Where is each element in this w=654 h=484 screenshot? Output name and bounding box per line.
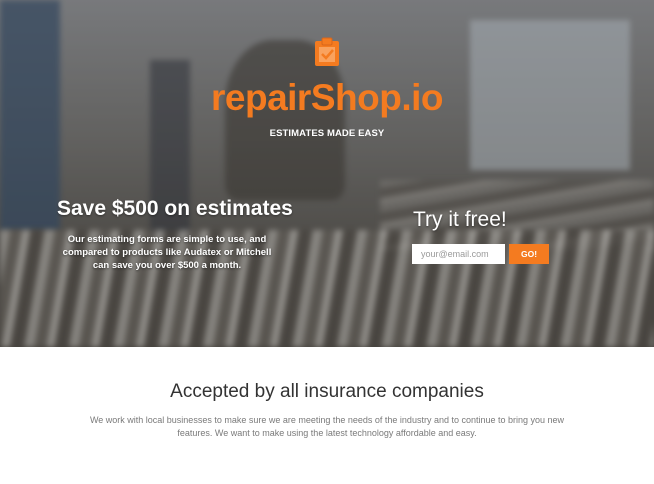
clipboard-icon <box>315 37 339 66</box>
save-heading: Save $500 on estimates <box>57 197 293 220</box>
email-field[interactable] <box>412 244 505 264</box>
save-description: Our estimating forms are simple to use, … <box>62 234 272 271</box>
go-button[interactable]: GO! <box>509 244 549 264</box>
insurance-section: Accepted by all insurance companies We w… <box>0 347 654 484</box>
brand-logo-text[interactable]: repairShop.io <box>0 77 654 119</box>
insurance-description: We work with local businesses to make su… <box>89 415 565 438</box>
hero-section: repairShop.io ESTIMATES MADE EASY Save $… <box>0 0 654 347</box>
signup-heading: Try it free! <box>413 208 507 231</box>
brand-tagline: ESTIMATES MADE EASY <box>269 128 385 139</box>
insurance-heading: Accepted by all insurance companies <box>170 381 484 402</box>
